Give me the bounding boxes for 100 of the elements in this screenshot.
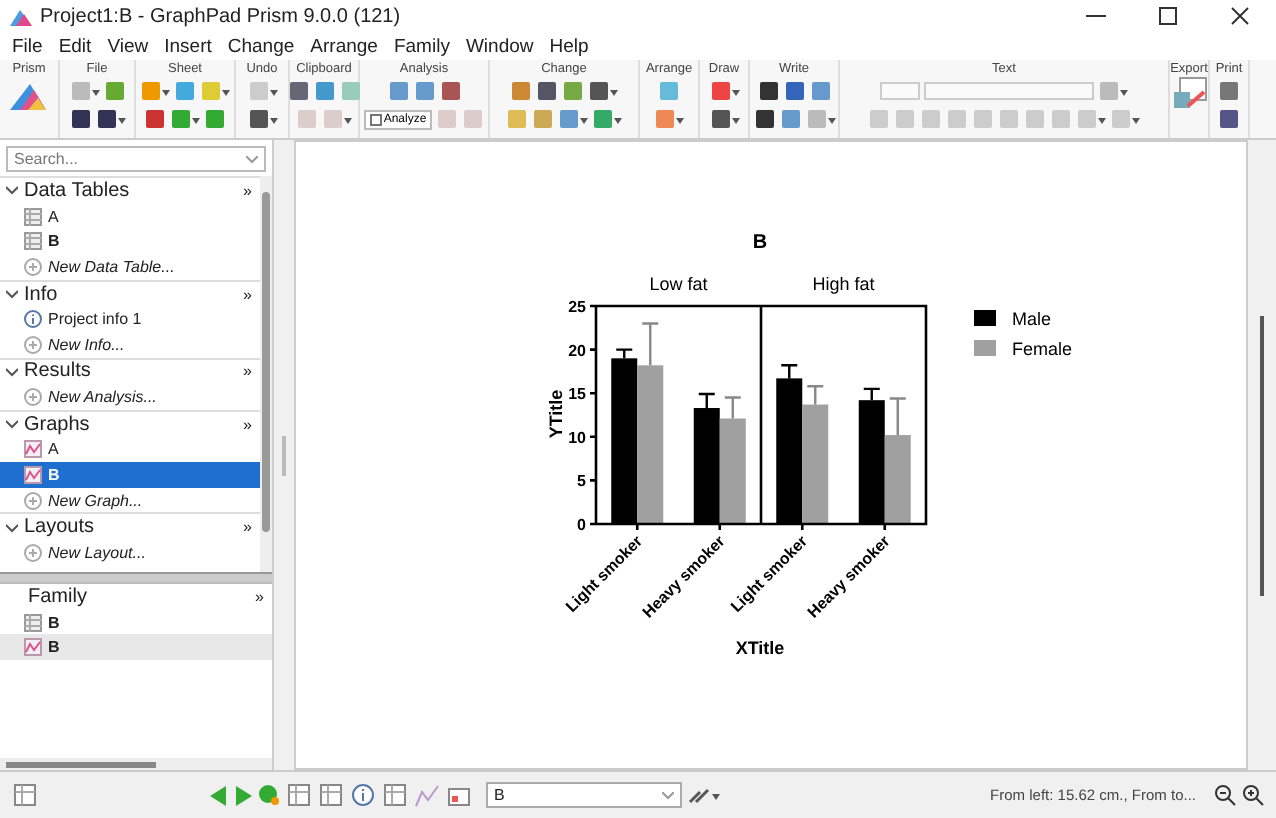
error-bar — [806, 385, 825, 407]
zoom-out-icon[interactable] — [1214, 784, 1236, 807]
error-bar — [615, 348, 634, 360]
tool-icon[interactable] — [753, 108, 775, 131]
navigator-item[interactable]: B — [0, 609, 272, 635]
tool-icon[interactable] — [200, 80, 230, 103]
chevron-down-icon[interactable] — [6, 521, 18, 534]
navigator-item[interactable]: A — [0, 436, 260, 463]
layout-icon[interactable] — [446, 782, 472, 809]
chart-title: B — [752, 232, 768, 255]
tool-icon[interactable] — [247, 108, 277, 131]
tool-icon[interactable] — [247, 80, 277, 103]
tool-icon[interactable] — [1218, 108, 1240, 131]
navigator-item[interactable]: B — [0, 228, 260, 255]
tool-icon[interactable] — [1076, 108, 1106, 131]
ball-icon[interactable] — [258, 784, 280, 807]
new-item-link[interactable]: New Data Table... — [0, 254, 260, 280]
chevron-down-icon[interactable] — [6, 365, 18, 378]
chevron-down-icon[interactable] — [6, 418, 18, 431]
error-bar — [697, 393, 716, 410]
add-icon — [24, 491, 42, 510]
tool-icon[interactable] — [536, 80, 558, 103]
tool-icon[interactable] — [69, 108, 91, 131]
graph-icon — [24, 638, 42, 657]
group-label: High fat — [812, 274, 875, 295]
sheet-dropdown[interactable]: B — [486, 782, 682, 809]
menu-item[interactable]: Change — [219, 35, 303, 58]
tool-icon[interactable] — [170, 108, 200, 131]
tool-icon[interactable] — [654, 108, 684, 131]
menu-item[interactable]: Help — [541, 35, 597, 58]
tool-icon[interactable] — [805, 108, 835, 131]
tool-icon[interactable] — [592, 108, 622, 131]
tool-icon[interactable] — [1110, 108, 1140, 131]
search-field[interactable]: Search... — [6, 146, 266, 173]
legend-label: Female — [1012, 339, 1073, 360]
scrollbar[interactable] — [260, 176, 272, 573]
tool-icon[interactable] — [69, 80, 99, 103]
tool-icon[interactable] — [322, 108, 352, 131]
navigator-item[interactable]: Project info 1 — [0, 306, 260, 332]
new-item-link[interactable]: New Graph... — [0, 487, 260, 513]
close-icon[interactable] — [1230, 6, 1250, 27]
table-icon[interactable] — [286, 782, 312, 809]
new-item-link[interactable]: New Analysis... — [0, 384, 260, 410]
section-header[interactable]: Results » — [0, 357, 260, 385]
info-icon[interactable] — [350, 782, 376, 809]
menu-item[interactable]: File — [4, 35, 51, 58]
new-item-link[interactable]: New Layout... — [0, 539, 260, 566]
section-header[interactable]: Graphs » — [0, 409, 260, 437]
add-icon — [24, 388, 42, 407]
table-icon — [24, 613, 42, 632]
forward-arrow-icon[interactable] — [234, 785, 252, 806]
notes-icon[interactable] — [382, 782, 408, 809]
back-arrow-icon[interactable] — [210, 785, 228, 806]
new-item-link[interactable]: New Info... — [0, 331, 260, 358]
tool-icon[interactable] — [709, 108, 739, 131]
navigator-item[interactable]: A — [0, 203, 260, 229]
chevron-down-icon[interactable] — [6, 288, 18, 301]
tool-icon[interactable] — [95, 108, 125, 131]
tool-icon[interactable] — [757, 80, 779, 103]
tool-icon[interactable] — [709, 80, 739, 103]
menu-item[interactable]: View — [99, 35, 157, 58]
section-header[interactable]: Layouts » — [0, 512, 260, 540]
menu-item[interactable]: Insert — [156, 35, 220, 58]
tick-label: 5 — [577, 472, 586, 491]
family-header: Family » — [26, 584, 266, 610]
tool-icon[interactable] — [558, 108, 588, 131]
add-icon — [24, 257, 42, 276]
error-bar — [641, 322, 660, 367]
graph-icon[interactable] — [414, 782, 440, 809]
export-icon[interactable] — [1171, 76, 1207, 113]
menu-item[interactable]: Window — [457, 35, 542, 58]
error-bar — [780, 364, 799, 381]
table-icon — [24, 207, 42, 226]
menu-item[interactable]: Arrange — [302, 35, 386, 58]
add-icon — [24, 543, 42, 562]
tool-icon[interactable] — [588, 80, 618, 103]
axis-title: YTitle — [546, 390, 566, 439]
navigator-item[interactable]: B — [0, 634, 272, 661]
tool-icon[interactable] — [1098, 80, 1128, 103]
sheet-icon[interactable] — [12, 782, 38, 809]
maximize-icon[interactable] — [1158, 6, 1178, 27]
info-icon — [24, 310, 42, 329]
table-icon[interactable] — [318, 782, 344, 809]
section-header[interactable]: Info » — [0, 279, 260, 307]
app-logo-icon — [10, 7, 32, 26]
sheet-icon — [369, 113, 382, 126]
menu-item[interactable]: Family — [385, 35, 458, 58]
menu-item[interactable]: Edit — [50, 35, 100, 58]
graph-icon — [24, 440, 42, 459]
zoom-in-icon[interactable] — [1242, 784, 1264, 807]
graph-icon — [24, 465, 42, 484]
tick-label: 20 — [568, 342, 586, 361]
link-icon[interactable] — [688, 784, 720, 807]
navigator-item[interactable]: B — [0, 462, 260, 488]
prism-logo-icon[interactable] — [9, 79, 49, 112]
scrollbar[interactable] — [0, 758, 272, 771]
tool-icon[interactable] — [783, 80, 805, 103]
tool-icon[interactable] — [140, 80, 170, 103]
chevron-down-icon[interactable] — [6, 184, 18, 197]
section-header[interactable]: Data Tables » — [0, 176, 260, 204]
